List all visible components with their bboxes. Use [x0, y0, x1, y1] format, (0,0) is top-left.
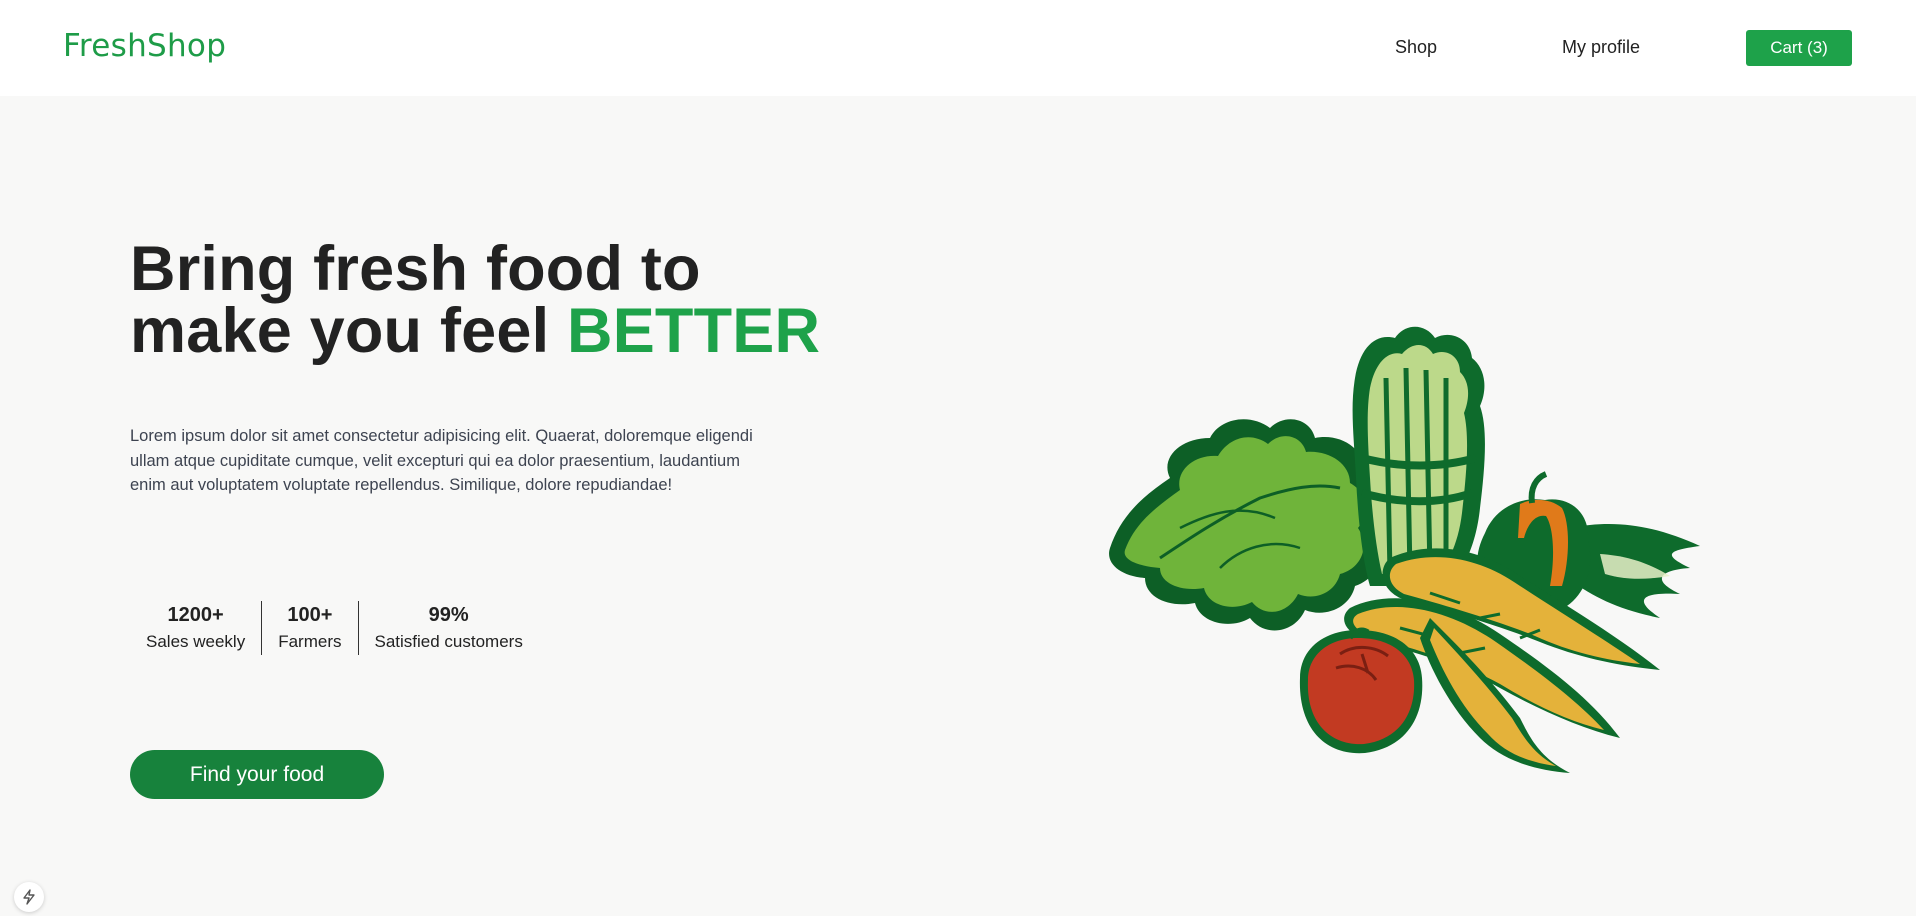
- hero-description: Lorem ipsum dolor sit amet consectetur a…: [130, 427, 753, 494]
- stats-row: 1200+ Sales weekly 100+ Farmers 99% Sati…: [130, 601, 539, 655]
- find-food-button[interactable]: Find your food: [130, 750, 384, 799]
- hero-title-line2: make you feel: [130, 296, 568, 366]
- stat-label: Farmers: [278, 632, 342, 651]
- stat-value: 1200+: [167, 604, 224, 626]
- cart-button[interactable]: Cart (3): [1746, 30, 1852, 66]
- hero-title-line1: Bring fresh food to: [130, 234, 701, 304]
- stat-sales: 1200+ Sales weekly: [130, 601, 261, 655]
- nav-shop-link[interactable]: Shop: [1395, 37, 1437, 58]
- site-header: FreshShop Shop My profile Cart (3): [0, 0, 1916, 96]
- stat-label: Sales weekly: [146, 632, 246, 651]
- stat-value: 100+: [287, 604, 333, 626]
- stat-label: Satisfied customers: [374, 632, 523, 651]
- stat-satisfaction: 99% Satisfied customers: [357, 601, 539, 655]
- lightning-icon[interactable]: [14, 882, 44, 912]
- lightning-glyph: [23, 889, 35, 905]
- nav-profile-link[interactable]: My profile: [1562, 37, 1640, 58]
- hero-title-accent: BETTER: [567, 296, 821, 366]
- logo[interactable]: FreshShop: [63, 28, 226, 64]
- stat-farmers: 100+ Farmers: [261, 601, 357, 655]
- hero-title: Bring fresh food to make you feel BETTER: [130, 238, 820, 363]
- stat-value: 99%: [428, 604, 469, 626]
- vegetables-illustration: [1109, 326, 1700, 773]
